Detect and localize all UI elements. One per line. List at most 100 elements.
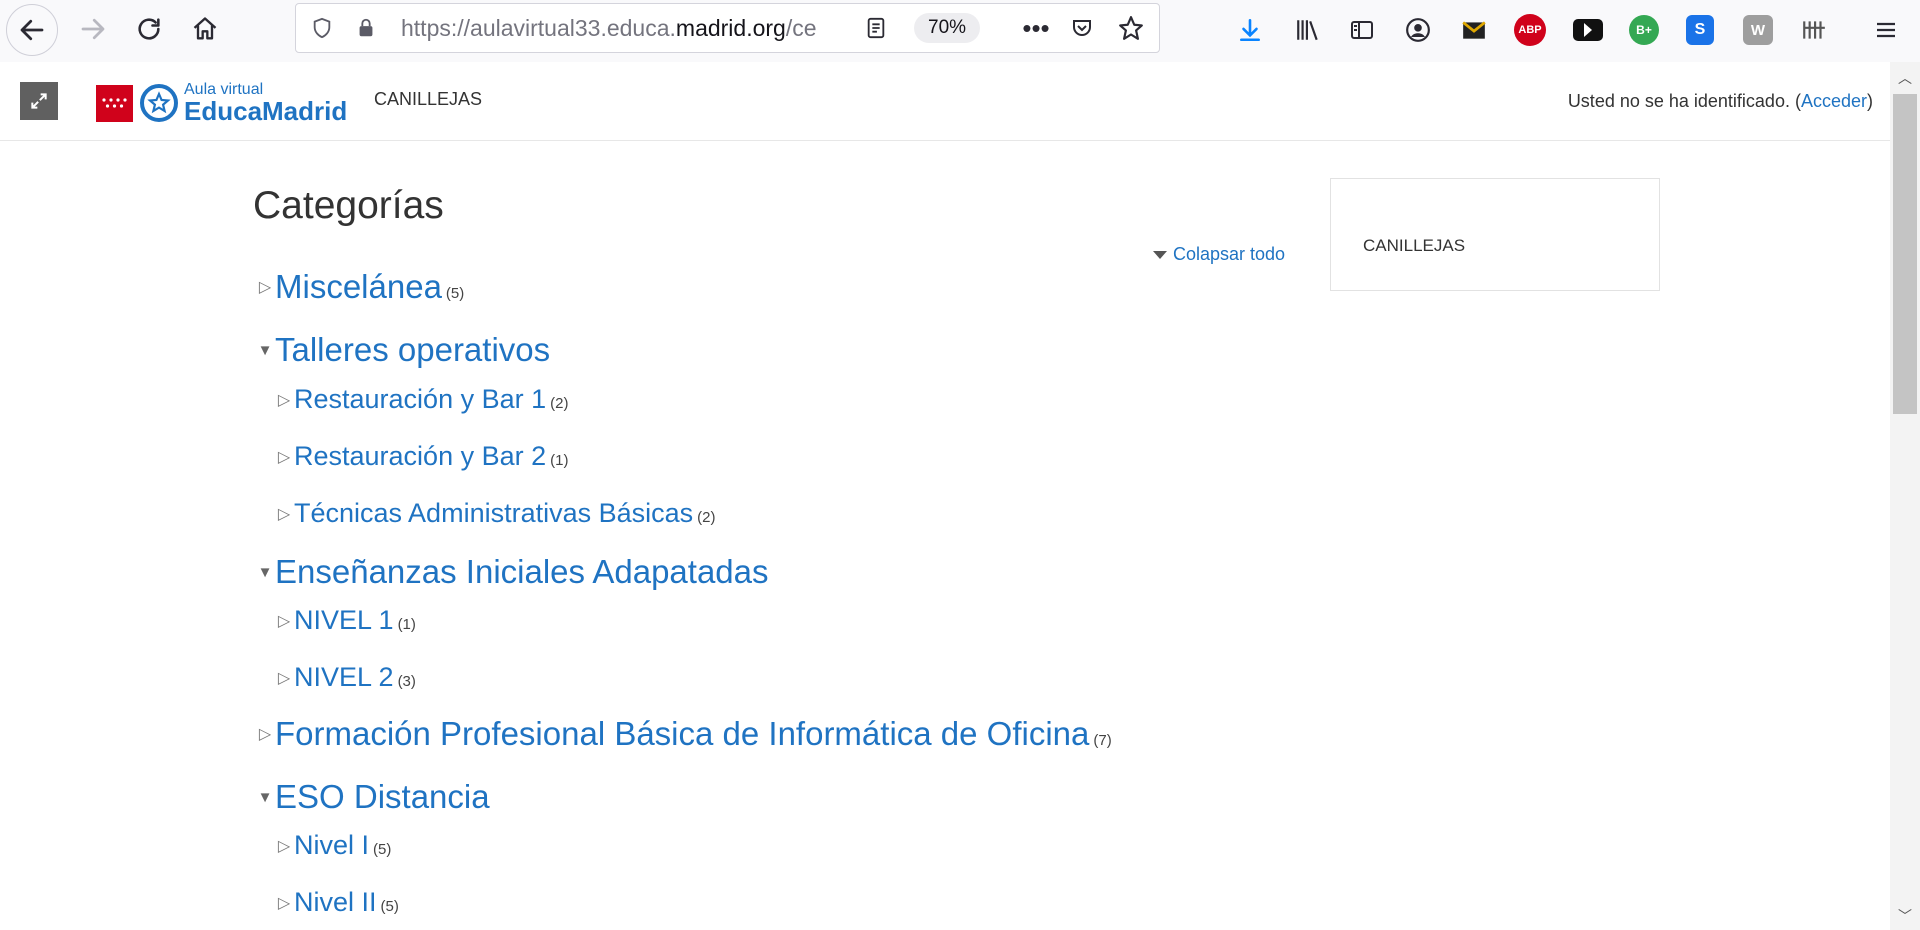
caret-right-icon[interactable]: ▷ (274, 390, 294, 410)
caret-right-icon[interactable]: ▷ (274, 836, 294, 856)
caret-down-icon[interactable]: ▼ (255, 342, 275, 359)
url-prefix: https://aulavirtual33.educa. (401, 15, 676, 41)
login-status-text: Usted no se ha identificado. ( (1567, 91, 1801, 111)
subcategory-item: ▷ Restauración y Bar 1 (2) (274, 384, 569, 415)
fullscreen-toggle-button[interactable] (20, 82, 58, 120)
category-item: ▷ Formación Profesional Básica de Inform… (255, 715, 1112, 753)
page-title: Categorías (253, 184, 444, 227)
browser-toolbar: https://aulavirtual33.educa.madrid.org/c… (0, 0, 1920, 63)
reader-view-icon[interactable] (856, 4, 896, 52)
scroll-thumb[interactable] (1893, 94, 1917, 414)
site-name-link[interactable]: CANILLEJAS (374, 89, 482, 110)
lock-icon[interactable] (346, 4, 386, 52)
arrow-left-icon (20, 19, 44, 41)
course-count: (5) (373, 841, 392, 858)
caret-right-icon[interactable]: ▷ (274, 447, 294, 467)
caret-right-icon[interactable]: ▷ (274, 504, 294, 524)
scroll-up-arrow-icon[interactable]: ︿ (1890, 68, 1920, 88)
category-item: ▼ ESO Distancia (255, 778, 494, 816)
bplus-extension-icon[interactable]: B+ (1622, 8, 1666, 52)
caret-right-icon[interactable]: ▷ (255, 724, 275, 744)
course-count: (3) (397, 673, 416, 690)
tracking-shield-icon[interactable] (302, 4, 342, 52)
home-icon (193, 17, 217, 40)
pocket-icon[interactable] (1062, 4, 1102, 52)
login-link[interactable]: Acceder (1801, 91, 1867, 111)
page-actions-icon[interactable]: ••• (1016, 4, 1056, 52)
columns-extension-icon[interactable] (1792, 8, 1836, 52)
subcategory-item: ▷ Restauración y Bar 2 (1) (274, 441, 569, 472)
url-suffix: /ce (785, 15, 817, 41)
reload-icon (138, 18, 160, 40)
account-icon[interactable] (1396, 8, 1440, 52)
logo-title: EducaMadrid (184, 96, 348, 126)
youtube-extension-icon[interactable] (1566, 8, 1610, 52)
course-count: (2) (550, 395, 569, 412)
subcategory-link[interactable]: Técnicas Administrativas Básicas (294, 498, 693, 529)
menu-hamburger-icon[interactable] (1864, 8, 1908, 52)
downloads-icon[interactable] (1228, 8, 1272, 52)
subcategory-link[interactable]: Restauración y Bar 2 (294, 441, 546, 472)
caret-right-icon[interactable]: ▷ (255, 277, 275, 297)
collapse-all-label: Colapsar todo (1173, 244, 1286, 264)
arrow-right-icon (81, 18, 105, 40)
category-link[interactable]: Miscelánea (275, 268, 442, 306)
reload-button[interactable] (124, 4, 174, 54)
forward-button[interactable] (68, 4, 118, 54)
subcategory-link[interactable]: Nivel II (294, 887, 377, 918)
s-extension-icon[interactable]: S (1678, 8, 1722, 52)
subcategory-link[interactable]: Nivel I (294, 830, 369, 861)
caret-right-icon[interactable]: ▷ (274, 893, 294, 913)
subcategory-item: ▷ Nivel II (5) (274, 887, 399, 918)
category-link[interactable]: Enseñanzas Iniciales Adapatadas (275, 553, 769, 591)
play-icon (1584, 23, 1592, 37)
side-block-text: CANILLEJAS (1363, 236, 1466, 255)
url-bar[interactable]: https://aulavirtual33.educa.madrid.org/c… (295, 3, 1160, 53)
scroll-down-arrow-icon[interactable]: ﹀ (1890, 906, 1920, 926)
course-count: (5) (380, 898, 399, 915)
subcategory-item: ▷ Nivel I (5) (274, 830, 392, 861)
url-domain: madrid.org (675, 15, 786, 41)
page-scrollbar[interactable]: ︿ ﹀ (1890, 62, 1920, 930)
category-link[interactable]: Talleres operativos (275, 331, 550, 369)
category-link[interactable]: ESO Distancia (275, 778, 490, 816)
caret-right-icon[interactable]: ▷ (274, 668, 294, 688)
back-button[interactable] (6, 4, 58, 56)
adblock-label: ABP (1514, 14, 1546, 46)
caret-down-icon[interactable]: ▼ (255, 564, 275, 581)
sidebar-toggle-icon[interactable] (1340, 8, 1384, 52)
category-link[interactable]: Formación Profesional Básica de Informát… (275, 715, 1089, 753)
home-button[interactable] (180, 4, 230, 54)
category-item: ▷ Miscelánea (5) (255, 268, 464, 306)
login-close-paren: ) (1867, 91, 1873, 111)
subcategory-link[interactable]: Restauración y Bar 1 (294, 384, 546, 415)
logo-text: Aula virtual EducaMadrid (184, 82, 348, 126)
course-count: (5) (445, 285, 465, 302)
collapse-all-link[interactable]: Colapsar todo (1153, 244, 1285, 265)
w-extension-label: W (1743, 15, 1773, 45)
course-count: (1) (550, 452, 569, 469)
course-count: (2) (697, 509, 716, 526)
bookmark-star-icon[interactable] (1111, 4, 1151, 52)
caret-down-icon[interactable]: ▼ (255, 789, 275, 806)
zoom-level[interactable]: 70% (914, 13, 981, 43)
subcategory-item: ▷ NIVEL 1 (1) (274, 605, 416, 636)
madrid-flag-icon (96, 84, 133, 122)
w-extension-icon[interactable]: W (1736, 8, 1780, 52)
category-item: ▼ Enseñanzas Iniciales Adapatadas (255, 553, 773, 591)
site-header: Aula virtual EducaMadrid CANILLEJAS Uste… (0, 62, 1890, 141)
library-icon[interactable] (1286, 8, 1330, 52)
course-count: (7) (1093, 732, 1112, 749)
educamadrid-logo[interactable]: Aula virtual EducaMadrid (96, 82, 347, 124)
course-count: (1) (397, 616, 416, 633)
subcategory-link[interactable]: NIVEL 2 (294, 662, 394, 693)
gmail-extension-icon[interactable] (1452, 8, 1496, 52)
educamadrid-emblem-icon (140, 84, 178, 122)
subcategory-link[interactable]: NIVEL 1 (294, 605, 394, 636)
caret-right-icon[interactable]: ▷ (274, 611, 294, 631)
login-info: Usted no se ha identificado. (Acceder) (1568, 91, 1873, 112)
subcategory-item: ▷ Técnicas Administrativas Básicas (2) (274, 498, 716, 529)
adblock-icon[interactable]: ABP (1508, 8, 1552, 52)
subcategory-item: ▷ NIVEL 2 (3) (274, 662, 416, 693)
category-item: ▼ Talleres operativos (255, 331, 554, 369)
